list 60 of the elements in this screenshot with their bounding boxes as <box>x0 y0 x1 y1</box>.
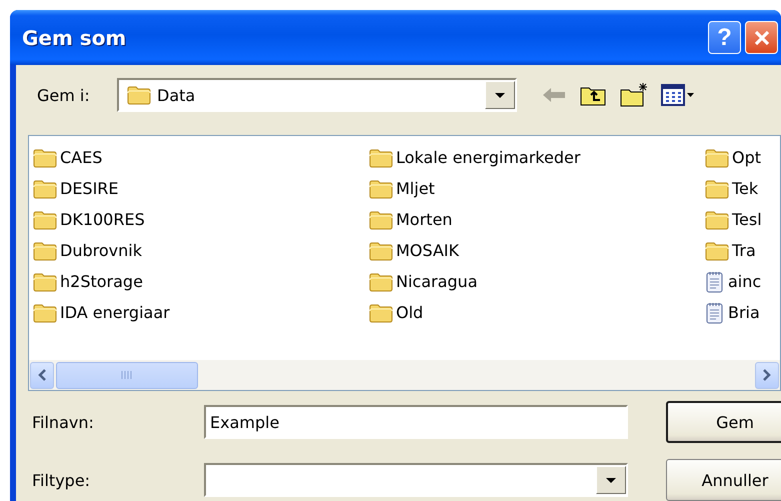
folder-icon <box>369 302 393 322</box>
folder-icon <box>33 148 57 168</box>
folder-icon <box>369 210 393 230</box>
file-item[interactable]: ainc <box>727 272 762 291</box>
folder-icon <box>33 178 57 198</box>
caret-icon <box>605 476 617 484</box>
new-folder-icon[interactable] <box>619 82 649 108</box>
folder-item[interactable]: MOSAIK <box>395 241 460 260</box>
folder-icon <box>705 178 729 198</box>
scroll-left-button[interactable] <box>30 362 54 388</box>
folder-icon <box>127 85 151 105</box>
notepad-icon <box>705 300 725 324</box>
folder-item[interactable]: Tesl <box>731 210 763 229</box>
chevron-left-icon <box>37 369 47 381</box>
folder-icon <box>705 240 729 260</box>
folder-icon <box>705 210 729 230</box>
chevron-right-icon <box>762 369 772 381</box>
folder-item[interactable]: DESIRE <box>59 179 120 198</box>
file-type-dropdown[interactable] <box>204 463 628 497</box>
notepad-icon <box>705 270 725 294</box>
close-button[interactable] <box>745 21 778 54</box>
file-item[interactable]: Bria <box>727 303 761 322</box>
folder-icon <box>369 240 393 260</box>
folder-icon <box>33 302 57 322</box>
view-menu-icon[interactable] <box>661 83 695 107</box>
folder-item[interactable]: Nicaragua <box>395 272 478 291</box>
dropdown-arrow-button[interactable] <box>485 81 515 109</box>
caret-icon <box>494 92 506 98</box>
folder-item[interactable]: CAES <box>59 148 104 167</box>
folder-icon <box>33 210 57 230</box>
close-icon <box>752 28 770 46</box>
file-name-field[interactable]: Example <box>204 405 628 439</box>
save-in-dropdown[interactable]: Data <box>117 78 517 112</box>
folder-item[interactable]: Morten <box>395 210 454 229</box>
folder-icon <box>369 272 393 292</box>
folder-item[interactable]: Tra <box>731 241 757 260</box>
window-title: Gem som <box>22 26 128 50</box>
save-in-label: Gem i: <box>37 86 91 104</box>
scroll-right-button[interactable] <box>755 362 779 388</box>
folder-item[interactable]: Tek <box>731 179 760 198</box>
folder-item[interactable]: Dubrovnik <box>59 241 143 260</box>
folder-item[interactable]: IDA energiaar <box>59 303 171 322</box>
folder-item[interactable]: Lokale energimarkeder <box>395 148 582 167</box>
folder-item[interactable]: DK100RES <box>59 210 146 229</box>
folder-icon <box>33 272 57 292</box>
save-button[interactable]: Gem <box>666 401 781 443</box>
folder-item[interactable]: h2Storage <box>59 272 144 291</box>
cancel-button[interactable]: Annuller <box>666 459 781 501</box>
folder-item[interactable]: Opt <box>731 148 762 167</box>
folder-icon <box>705 148 729 168</box>
dropdown-arrow-button[interactable] <box>596 466 626 494</box>
file-type-label: Filtype: <box>32 470 92 490</box>
horizontal-scrollbar[interactable] <box>29 360 780 390</box>
scrollbar-thumb[interactable] <box>56 362 198 388</box>
folder-icon <box>369 148 393 168</box>
file-name-label: Filnavn: <box>32 412 95 432</box>
folder-item[interactable]: Old <box>395 303 424 322</box>
folder-item[interactable]: Mljet <box>395 179 436 198</box>
folder-icon <box>369 178 393 198</box>
folder-icon <box>33 240 57 260</box>
